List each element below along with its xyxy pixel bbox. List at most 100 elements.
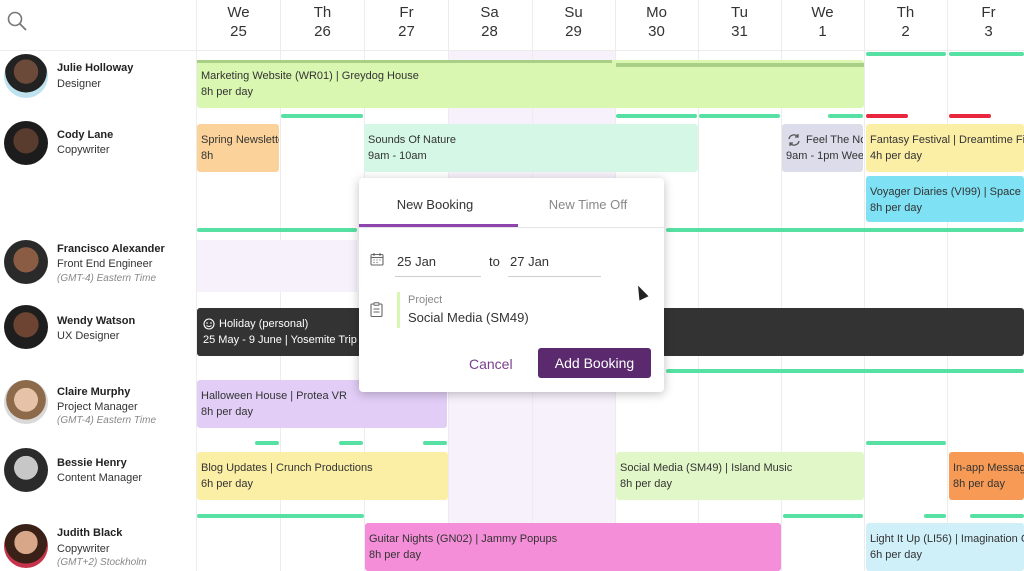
day-number: 29 bbox=[565, 23, 582, 40]
booking-bar[interactable]: Marketing Website (WR01) | Greydog House… bbox=[197, 60, 864, 108]
capacity-indicator bbox=[616, 114, 697, 118]
booking-hours: 8h per day bbox=[870, 202, 922, 214]
header-divider bbox=[0, 50, 1024, 51]
project-color-marker bbox=[397, 292, 400, 328]
booking-title: Blog Updates | Crunch Productions bbox=[201, 462, 373, 474]
overbooked-indicator bbox=[949, 114, 991, 118]
booking-bar[interactable]: Feel The Noise 9am - 1pm Weekly bbox=[782, 124, 863, 172]
calendar-icon bbox=[370, 252, 384, 271]
avatar[interactable] bbox=[4, 54, 48, 98]
booking-bar[interactable]: Guitar Nights (GN02) | Jammy Popups 8h p… bbox=[365, 523, 781, 571]
grid-line bbox=[947, 0, 948, 571]
booking-hours: 8h per day bbox=[369, 549, 421, 561]
start-date-underline bbox=[395, 276, 481, 277]
booking-bar[interactable]: Social Media (SM49) | Island Music 8h pe… bbox=[616, 452, 864, 500]
booking-bar[interactable]: Sounds Of Nature 9am - 10am bbox=[364, 124, 698, 172]
person-name[interactable]: Judith Black bbox=[57, 527, 122, 539]
booking-hours: 8h bbox=[201, 150, 214, 162]
person-name[interactable]: Francisco Alexander bbox=[57, 243, 165, 255]
capacity-indicator bbox=[699, 114, 780, 118]
booking-bar[interactable]: In-app Messaging 8h per day bbox=[949, 452, 1024, 500]
booking-hours: 4h per day bbox=[870, 150, 922, 162]
day-header[interactable]: Sa 28 bbox=[448, 0, 531, 50]
capacity-indicator bbox=[339, 441, 363, 445]
capacity-indicator bbox=[666, 228, 1024, 232]
day-number: 25 bbox=[230, 23, 247, 40]
end-date-input[interactable]: 27 Jan bbox=[510, 254, 549, 269]
cancel-button[interactable]: Cancel bbox=[469, 356, 513, 372]
person-timezone: (GMT+2) Stockholm bbox=[57, 557, 147, 568]
tab-new-booking[interactable]: New Booking bbox=[359, 178, 511, 228]
person-role: Copywriter bbox=[57, 144, 110, 156]
day-name: We bbox=[811, 4, 834, 21]
day-header[interactable]: Th 2 bbox=[864, 0, 947, 50]
person-name[interactable]: Claire Murphy bbox=[57, 386, 130, 398]
booking-bar[interactable]: Voyager Diaries (VI99) | Space Pilots 8h… bbox=[866, 176, 1024, 222]
day-name: Tu bbox=[731, 4, 748, 21]
capacity-indicator bbox=[866, 52, 946, 56]
overbooked-indicator bbox=[866, 114, 908, 118]
capacity-indicator bbox=[281, 114, 363, 118]
booking-title: Social Media (SM49) | Island Music bbox=[620, 462, 793, 474]
booking-bar[interactable]: Fantasy Festival | Dreamtime Fields 4h p… bbox=[866, 124, 1024, 172]
booking-hours: 8h per day bbox=[201, 406, 253, 418]
project-select[interactable]: Social Media (SM49) bbox=[408, 310, 529, 325]
smile-icon bbox=[203, 317, 215, 335]
day-header[interactable]: Tu 31 bbox=[698, 0, 781, 50]
booking-title: Marketing Website (WR01) | Greydog House bbox=[201, 70, 419, 82]
booking-title: Light It Up (LI56) | Imagination Co bbox=[870, 533, 1024, 545]
booking-bar[interactable]: Blog Updates | Crunch Productions 6h per… bbox=[197, 452, 448, 500]
tab-divider bbox=[359, 227, 664, 228]
day-header[interactable]: Mo 30 bbox=[615, 0, 698, 50]
person-name[interactable]: Julie Holloway bbox=[57, 62, 133, 74]
new-booking-popup: New Booking New Time Off 25 Jan to 27 Ja… bbox=[359, 178, 664, 392]
day-number: 30 bbox=[648, 23, 665, 40]
capacity-indicator bbox=[949, 52, 1024, 56]
booking-bar[interactable]: Spring Newsletter 8h bbox=[197, 124, 279, 172]
avatar[interactable] bbox=[4, 380, 48, 424]
person-role: Front End Engineer bbox=[57, 258, 153, 270]
person-name[interactable]: Bessie Henry bbox=[57, 457, 127, 469]
person-role: Designer bbox=[57, 78, 102, 90]
person-role: Project Manager bbox=[57, 401, 138, 413]
capacity-indicator bbox=[783, 514, 863, 518]
capacity-indicator bbox=[197, 228, 357, 232]
repeat-icon bbox=[787, 133, 801, 152]
day-header[interactable]: Fr 3 bbox=[947, 0, 1024, 50]
person-name[interactable]: Cody Lane bbox=[57, 129, 113, 141]
day-name: We bbox=[227, 4, 250, 21]
day-number: 3 bbox=[984, 23, 993, 40]
person-name[interactable]: Wendy Watson bbox=[57, 315, 135, 327]
end-date-underline bbox=[508, 276, 601, 277]
day-number: 27 bbox=[398, 23, 415, 40]
day-name: Fr bbox=[981, 4, 996, 21]
search-icon[interactable] bbox=[6, 10, 28, 37]
capacity-indicator bbox=[255, 441, 279, 445]
day-header[interactable]: Su 29 bbox=[532, 0, 615, 50]
person-role: UX Designer bbox=[57, 330, 120, 342]
day-name: Fr bbox=[399, 4, 414, 21]
person-timezone: (GMT-4) Eastern Time bbox=[57, 415, 157, 426]
tab-new-time-off[interactable]: New Time Off bbox=[512, 178, 664, 228]
day-header[interactable]: We 1 bbox=[781, 0, 864, 50]
person-role: Copywriter bbox=[57, 543, 110, 555]
avatar[interactable] bbox=[4, 524, 48, 568]
capacity-indicator bbox=[197, 514, 364, 518]
booking-top-border bbox=[616, 63, 864, 67]
start-date-input[interactable]: 25 Jan bbox=[397, 254, 436, 269]
booking-title: In-app Messaging bbox=[953, 462, 1024, 474]
capacity-indicator bbox=[828, 114, 863, 118]
booking-title: Sounds Of Nature bbox=[368, 134, 457, 146]
add-booking-button[interactable]: Add Booking bbox=[538, 348, 651, 378]
avatar[interactable] bbox=[4, 121, 48, 165]
day-number: 26 bbox=[314, 23, 331, 40]
avatar[interactable] bbox=[4, 305, 48, 349]
day-header[interactable]: Fr 27 bbox=[365, 0, 448, 50]
avatar[interactable] bbox=[4, 240, 48, 284]
day-header[interactable]: Th 26 bbox=[281, 0, 364, 50]
booking-bar[interactable]: Light It Up (LI56) | Imagination Co 6h p… bbox=[866, 523, 1024, 571]
booking-top-border bbox=[197, 60, 612, 63]
day-name: Th bbox=[896, 4, 915, 21]
day-header[interactable]: We 25 bbox=[197, 0, 280, 50]
avatar[interactable] bbox=[4, 448, 48, 492]
